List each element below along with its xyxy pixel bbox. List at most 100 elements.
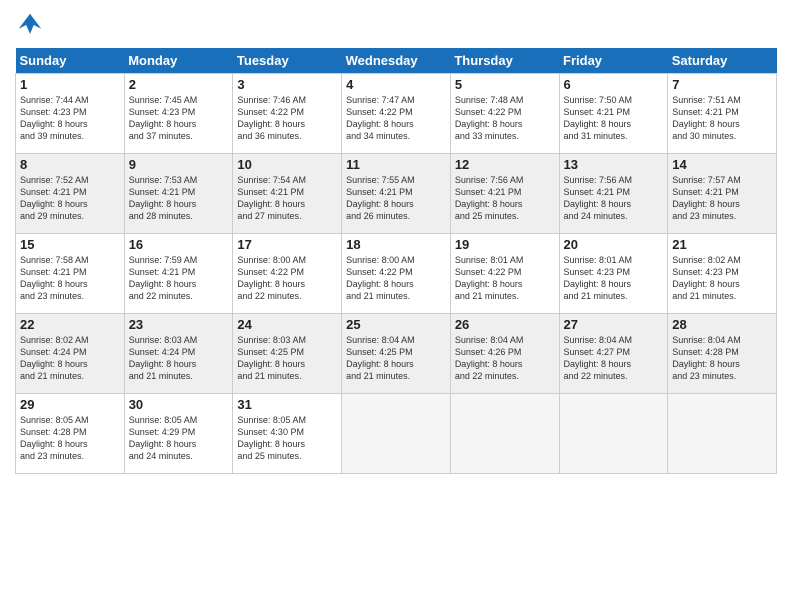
day-number: 6 xyxy=(564,77,664,92)
calendar-week-row: 15 Sunrise: 7:58 AM Sunset: 4:21 PM Dayli… xyxy=(16,234,777,314)
calendar-cell: 5Sunrise: 7:48 AM Sunset: 4:22 PM Daylig… xyxy=(450,74,559,154)
calendar-cell: 21 Sunrise: 8:02 AM Sunset: 4:23 PM Dayli… xyxy=(668,234,777,314)
logo xyxy=(15,10,49,40)
calendar-cell xyxy=(342,394,451,474)
calendar-week-row: 8Sunrise: 7:52 AM Sunset: 4:21 PM Daylig… xyxy=(16,154,777,234)
day-number: 15 xyxy=(20,237,120,252)
day-number: 21 xyxy=(672,237,772,252)
calendar-cell: 26 Sunrise: 8:04 AM Sunset: 4:26 PM Dayli… xyxy=(450,314,559,394)
calendar-cell: 20Sunrise: 8:01 AM Sunset: 4:23 PM Dayli… xyxy=(559,234,668,314)
calendar-cell: 24Sunrise: 8:03 AM Sunset: 4:25 PM Dayli… xyxy=(233,314,342,394)
weekday-header: Monday xyxy=(124,48,233,74)
day-info: Sunrise: 8:04 AM Sunset: 4:26 PM Dayligh… xyxy=(455,334,555,383)
day-number: 31 xyxy=(237,397,337,412)
calendar-cell: 12Sunrise: 7:56 AM Sunset: 4:21 PM Dayli… xyxy=(450,154,559,234)
day-number: 30 xyxy=(129,397,229,412)
day-info: Sunrise: 7:44 AM Sunset: 4:23 PM Dayligh… xyxy=(20,94,120,143)
calendar-cell: 14 Sunrise: 7:57 AM Sunset: 4:21 PM Dayli… xyxy=(668,154,777,234)
calendar-cell xyxy=(450,394,559,474)
weekday-header: Thursday xyxy=(450,48,559,74)
day-number: 10 xyxy=(237,157,337,172)
day-info: Sunrise: 7:50 AM Sunset: 4:21 PM Dayligh… xyxy=(564,94,664,143)
day-info: Sunrise: 8:05 AM Sunset: 4:28 PM Dayligh… xyxy=(20,414,120,463)
day-number: 4 xyxy=(346,77,446,92)
day-info: Sunrise: 7:53 AM Sunset: 4:21 PM Dayligh… xyxy=(129,174,229,223)
day-info: Sunrise: 8:03 AM Sunset: 4:25 PM Dayligh… xyxy=(237,334,337,383)
day-number: 2 xyxy=(129,77,229,92)
day-number: 20 xyxy=(564,237,664,252)
calendar-week-row: 1 Sunrise: 7:44 AM Sunset: 4:23 PM Daylig… xyxy=(16,74,777,154)
calendar-cell: 23 Sunrise: 8:03 AM Sunset: 4:24 PM Dayli… xyxy=(124,314,233,394)
day-info: Sunrise: 7:58 AM Sunset: 4:21 PM Dayligh… xyxy=(20,254,120,303)
calendar-cell: 11 Sunrise: 7:55 AM Sunset: 4:21 PM Dayli… xyxy=(342,154,451,234)
day-info: Sunrise: 8:04 AM Sunset: 4:25 PM Dayligh… xyxy=(346,334,446,383)
day-info: Sunrise: 8:03 AM Sunset: 4:24 PM Dayligh… xyxy=(129,334,229,383)
day-number: 27 xyxy=(564,317,664,332)
day-number: 28 xyxy=(672,317,772,332)
calendar-cell xyxy=(559,394,668,474)
day-info: Sunrise: 7:51 AM Sunset: 4:21 PM Dayligh… xyxy=(672,94,772,143)
day-info: Sunrise: 7:48 AM Sunset: 4:22 PM Dayligh… xyxy=(455,94,555,143)
day-info: Sunrise: 7:56 AM Sunset: 4:21 PM Dayligh… xyxy=(564,174,664,223)
calendar-cell: 27Sunrise: 8:04 AM Sunset: 4:27 PM Dayli… xyxy=(559,314,668,394)
day-number: 26 xyxy=(455,317,555,332)
calendar-cell: 4 Sunrise: 7:47 AM Sunset: 4:22 PM Daylig… xyxy=(342,74,451,154)
calendar-week-row: 29 Sunrise: 8:05 AM Sunset: 4:28 PM Dayli… xyxy=(16,394,777,474)
calendar-cell: 8Sunrise: 7:52 AM Sunset: 4:21 PM Daylig… xyxy=(16,154,125,234)
calendar-cell: 19Sunrise: 8:01 AM Sunset: 4:22 PM Dayli… xyxy=(450,234,559,314)
calendar-cell: 7 Sunrise: 7:51 AM Sunset: 4:21 PM Daylig… xyxy=(668,74,777,154)
day-number: 13 xyxy=(564,157,664,172)
header xyxy=(15,10,777,40)
weekday-header: Saturday xyxy=(668,48,777,74)
day-info: Sunrise: 7:46 AM Sunset: 4:22 PM Dayligh… xyxy=(237,94,337,143)
day-number: 29 xyxy=(20,397,120,412)
calendar-cell: 17 Sunrise: 8:00 AM Sunset: 4:22 PM Dayli… xyxy=(233,234,342,314)
calendar-cell: 29 Sunrise: 8:05 AM Sunset: 4:28 PM Dayli… xyxy=(16,394,125,474)
day-info: Sunrise: 8:00 AM Sunset: 4:22 PM Dayligh… xyxy=(346,254,446,303)
calendar-week-row: 22Sunrise: 8:02 AM Sunset: 4:24 PM Dayli… xyxy=(16,314,777,394)
calendar-cell: 22Sunrise: 8:02 AM Sunset: 4:24 PM Dayli… xyxy=(16,314,125,394)
calendar-cell: 13 Sunrise: 7:56 AM Sunset: 4:21 PM Dayli… xyxy=(559,154,668,234)
day-number: 18 xyxy=(346,237,446,252)
day-number: 3 xyxy=(237,77,337,92)
day-number: 25 xyxy=(346,317,446,332)
day-number: 23 xyxy=(129,317,229,332)
calendar-cell: 30 Sunrise: 8:05 AM Sunset: 4:29 PM Dayli… xyxy=(124,394,233,474)
day-number: 1 xyxy=(20,77,120,92)
day-info: Sunrise: 8:01 AM Sunset: 4:22 PM Dayligh… xyxy=(455,254,555,303)
calendar-cell: 10 Sunrise: 7:54 AM Sunset: 4:21 PM Dayli… xyxy=(233,154,342,234)
day-info: Sunrise: 7:54 AM Sunset: 4:21 PM Dayligh… xyxy=(237,174,337,223)
weekday-header: Wednesday xyxy=(342,48,451,74)
day-number: 17 xyxy=(237,237,337,252)
page-container: SundayMondayTuesdayWednesdayThursdayFrid… xyxy=(0,0,792,484)
day-info: Sunrise: 7:55 AM Sunset: 4:21 PM Dayligh… xyxy=(346,174,446,223)
day-info: Sunrise: 7:59 AM Sunset: 4:21 PM Dayligh… xyxy=(129,254,229,303)
day-info: Sunrise: 7:45 AM Sunset: 4:23 PM Dayligh… xyxy=(129,94,229,143)
day-info: Sunrise: 8:05 AM Sunset: 4:30 PM Dayligh… xyxy=(237,414,337,463)
weekday-header: Tuesday xyxy=(233,48,342,74)
day-info: Sunrise: 8:05 AM Sunset: 4:29 PM Dayligh… xyxy=(129,414,229,463)
logo-icon xyxy=(15,10,45,40)
calendar-cell: 9Sunrise: 7:53 AM Sunset: 4:21 PM Daylig… xyxy=(124,154,233,234)
weekday-header: Sunday xyxy=(16,48,125,74)
calendar-cell: 2 Sunrise: 7:45 AM Sunset: 4:23 PM Daylig… xyxy=(124,74,233,154)
day-number: 16 xyxy=(129,237,229,252)
day-info: Sunrise: 8:02 AM Sunset: 4:24 PM Dayligh… xyxy=(20,334,120,383)
day-number: 14 xyxy=(672,157,772,172)
day-info: Sunrise: 8:00 AM Sunset: 4:22 PM Dayligh… xyxy=(237,254,337,303)
day-number: 7 xyxy=(672,77,772,92)
day-info: Sunrise: 7:56 AM Sunset: 4:21 PM Dayligh… xyxy=(455,174,555,223)
day-info: Sunrise: 7:47 AM Sunset: 4:22 PM Dayligh… xyxy=(346,94,446,143)
calendar-table: SundayMondayTuesdayWednesdayThursdayFrid… xyxy=(15,48,777,474)
calendar-cell: 18 Sunrise: 8:00 AM Sunset: 4:22 PM Dayli… xyxy=(342,234,451,314)
day-number: 11 xyxy=(346,157,446,172)
calendar-cell: 16 Sunrise: 7:59 AM Sunset: 4:21 PM Dayli… xyxy=(124,234,233,314)
calendar-cell: 15 Sunrise: 7:58 AM Sunset: 4:21 PM Dayli… xyxy=(16,234,125,314)
calendar-cell: 6 Sunrise: 7:50 AM Sunset: 4:21 PM Daylig… xyxy=(559,74,668,154)
day-info: Sunrise: 7:52 AM Sunset: 4:21 PM Dayligh… xyxy=(20,174,120,223)
day-info: Sunrise: 7:57 AM Sunset: 4:21 PM Dayligh… xyxy=(672,174,772,223)
day-info: Sunrise: 8:04 AM Sunset: 4:28 PM Dayligh… xyxy=(672,334,772,383)
calendar-cell: 28 Sunrise: 8:04 AM Sunset: 4:28 PM Dayli… xyxy=(668,314,777,394)
calendar-cell: 1 Sunrise: 7:44 AM Sunset: 4:23 PM Daylig… xyxy=(16,74,125,154)
day-info: Sunrise: 8:02 AM Sunset: 4:23 PM Dayligh… xyxy=(672,254,772,303)
